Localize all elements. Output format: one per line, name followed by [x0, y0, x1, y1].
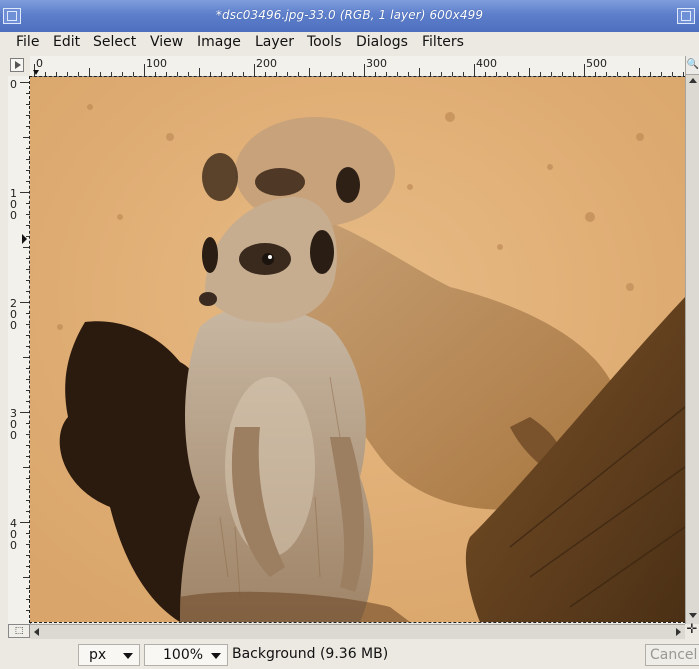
unit-selector[interactable]: px	[78, 644, 140, 666]
cancel-button[interactable]: Cancel	[645, 644, 699, 666]
menu-edit[interactable]: Edit	[53, 34, 80, 50]
scroll-up-icon[interactable]	[689, 78, 697, 83]
ruler-label: 300	[10, 407, 17, 442]
zoom-selector[interactable]: 100%	[144, 644, 228, 666]
quick-mask-toggle-icon[interactable]	[10, 58, 24, 72]
chevron-down-icon[interactable]	[211, 653, 221, 659]
menu-filters[interactable]: Filters	[422, 34, 464, 50]
menu-tools[interactable]: Tools	[307, 34, 342, 50]
ruler-label: 300	[366, 57, 387, 70]
zoom-toggle-icon[interactable]: 🔍	[686, 56, 699, 75]
ruler-label: 200	[256, 57, 277, 70]
menu-file[interactable]: File	[16, 34, 39, 50]
menu-bar: File Edit Select View Image Layer Tools …	[0, 32, 699, 54]
zoom-label: 100%	[163, 647, 204, 663]
ruler-label: 0	[10, 78, 17, 91]
image-canvas[interactable]	[29, 76, 686, 623]
ruler-label: 400	[476, 57, 497, 70]
ruler-label: 100	[10, 187, 17, 222]
menu-layer[interactable]: Layer	[255, 34, 294, 50]
navigate-icon[interactable]: ✛	[685, 622, 699, 638]
status-bar: px 100% Background (9.36 MB) Cancel	[0, 640, 699, 669]
ruler-label: 100	[146, 57, 167, 70]
window-title: *dsc03496.jpg-33.0 (RGB, 1 layer) 600x49…	[215, 8, 484, 22]
layer-status-text: Background (9.36 MB)	[232, 646, 389, 662]
scroll-down-icon[interactable]	[689, 613, 697, 618]
menu-dialogs[interactable]: Dialogs	[356, 34, 408, 50]
horizontal-ruler[interactable]: 0 100 200 300 400 500	[30, 56, 685, 77]
menu-view[interactable]: View	[150, 34, 183, 50]
menu-image[interactable]: Image	[197, 34, 241, 50]
meerkat-photo	[30, 77, 685, 622]
title-bar[interactable]: *dsc03496.jpg-33.0 (RGB, 1 layer) 600x49…	[0, 0, 699, 33]
selection-toggle-icon[interactable]: ⬚	[8, 624, 30, 638]
ruler-label: 200	[10, 297, 17, 332]
vertical-ruler[interactable]: 0 100 200 300 400	[8, 76, 31, 624]
maximize-icon[interactable]	[677, 8, 695, 24]
scroll-left-icon[interactable]	[34, 628, 39, 636]
ruler-label: 500	[586, 57, 607, 70]
menu-select[interactable]: Select	[93, 34, 136, 50]
vertical-scrollbar[interactable]: 🔍	[685, 56, 699, 624]
ruler-label: 400	[10, 517, 17, 552]
unit-label: px	[89, 647, 107, 663]
ruler-label: 0	[36, 57, 43, 70]
chevron-down-icon[interactable]	[123, 653, 133, 659]
horizontal-scrollbar[interactable]	[30, 624, 685, 639]
scroll-right-icon[interactable]	[676, 628, 681, 636]
